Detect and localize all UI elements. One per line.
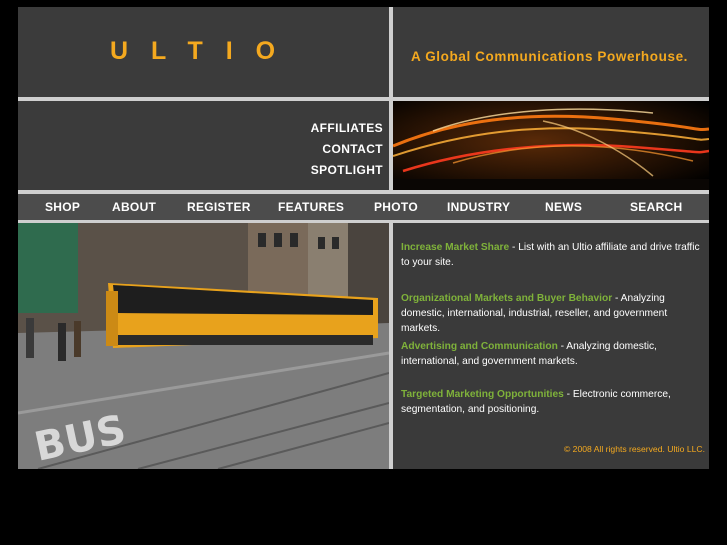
tram-street-photo: BUS: [18, 223, 389, 469]
menu-photo[interactable]: PHOTO: [374, 200, 418, 214]
menu-register[interactable]: REGISTER: [187, 200, 251, 214]
content-item-title[interactable]: Advertising and Communication: [401, 341, 558, 352]
menu-about[interactable]: ABOUT: [112, 200, 156, 214]
content-item: Organizational Markets and Buyer Behavio…: [401, 291, 706, 336]
tagline-panel: A Global Communications Powerhouse.: [393, 7, 709, 97]
night-traffic-photo: [393, 101, 709, 190]
link-spotlight[interactable]: SPOTLIGHT: [311, 160, 383, 181]
menu-industry[interactable]: INDUSTRY: [447, 200, 510, 214]
link-contact[interactable]: CONTACT: [311, 139, 383, 160]
content-item: Targeted Marketing Opportunities - Elect…: [401, 387, 706, 417]
menu-shop[interactable]: SHOP: [45, 200, 80, 214]
page-frame: ULTIO A Global Communications Powerhouse…: [18, 7, 709, 469]
menu-features[interactable]: FEATURES: [278, 200, 344, 214]
main-menu: SHOP ABOUT REGISTER FEATURES PHOTO INDUS…: [18, 194, 709, 220]
copyright-text: © 2008 All rights reserved. Ultio LLC.: [563, 444, 705, 454]
content-panel: Increase Market Share - List with an Ult…: [393, 223, 709, 469]
site-tagline: A Global Communications Powerhouse.: [411, 49, 689, 64]
menu-news[interactable]: NEWS: [545, 200, 582, 214]
logo-panel: ULTIO: [18, 7, 389, 97]
menu-search[interactable]: SEARCH: [630, 200, 682, 214]
link-affiliates[interactable]: AFFILIATES: [311, 118, 383, 139]
content-item: Increase Market Share - List with an Ult…: [401, 240, 706, 270]
content-item-title[interactable]: Increase Market Share: [401, 242, 509, 253]
secondary-nav: AFFILIATES CONTACT SPOTLIGHT: [18, 101, 389, 190]
content-item: Advertising and Communication - Analyzin…: [401, 339, 706, 369]
site-logo[interactable]: ULTIO: [110, 37, 298, 66]
content-item-title[interactable]: Targeted Marketing Opportunities: [401, 389, 564, 400]
content-item-title[interactable]: Organizational Markets and Buyer Behavio…: [401, 293, 612, 304]
